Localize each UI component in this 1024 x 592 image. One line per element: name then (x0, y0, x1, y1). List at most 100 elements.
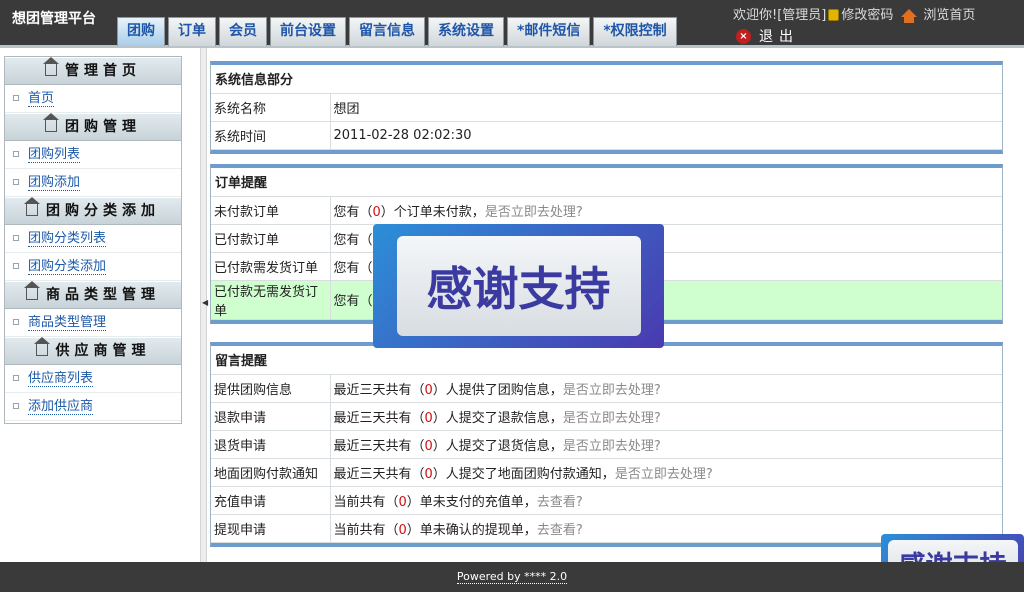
handle-link[interactable]: 是否立即去处理? (563, 411, 661, 426)
system-name-label: 系统名称 (211, 93, 331, 122)
sidebar-section-label: 供应商管理 (55, 343, 151, 359)
role-link[interactable]: [管理员] (777, 8, 826, 23)
row-label: 未付款订单 (211, 196, 331, 225)
count-value: 0 (398, 494, 407, 510)
tab-system-settings[interactable]: 系统设置 (428, 17, 504, 46)
handle-link[interactable]: 是否立即去处理? (615, 467, 713, 482)
sidebar-section-header[interactable]: 团购分类添加 (5, 197, 181, 225)
row-label: 充值申请 (211, 486, 331, 515)
table-row: 退货申请 最近三天共有（0）人提交了退货信息，是否立即去处理? (211, 430, 1002, 459)
home-section-icon (24, 281, 40, 300)
reminder-text: ）单未确认的提现单， (406, 522, 537, 538)
sidebar-section-header[interactable]: 商品类型管理 (5, 281, 181, 309)
home-icon (901, 9, 918, 23)
sidebar-item-link[interactable]: 团购分类列表 (28, 231, 107, 247)
count-value: 0 (398, 522, 407, 538)
row-value: 最近三天共有（0）人提交了退货信息，是否立即去处理? (330, 430, 1002, 459)
tab-mail-sms[interactable]: *邮件短信 (507, 17, 591, 46)
sidebar-item-link[interactable]: 商品类型管理 (28, 315, 107, 331)
lock-icon (828, 9, 840, 21)
brand-title: 想团管理平台 (12, 11, 96, 27)
home-section-icon (43, 57, 59, 76)
system-info-title: 系统信息部分 (211, 65, 1002, 94)
reminder-text: 最近三天共有（ (333, 410, 425, 426)
sidebar-section-header[interactable]: 团购管理 (5, 113, 181, 141)
handle-link[interactable]: 去查看? (537, 495, 583, 510)
sidebar-section-header[interactable]: 供应商管理 (5, 337, 181, 365)
row-label: 已付款订单 (211, 224, 331, 253)
reminder-text: ）人提交了退款信息， (432, 410, 563, 426)
tab-groupbuy[interactable]: 团购 (117, 17, 165, 46)
footer-credit: Powered by **** 2.0 (456, 570, 568, 584)
bullet-icon (13, 179, 19, 185)
count-value: 0 (424, 410, 433, 426)
welcome-text: 欢迎你! (733, 8, 778, 23)
reminder-text: 当前共有（ (333, 522, 399, 538)
reminder-text: ）个订单未付款， (380, 204, 485, 220)
reminder-text: 最近三天共有（ (333, 466, 425, 482)
handle-link[interactable]: 去查看? (537, 523, 583, 538)
thanks-overlay-banner: 感谢支持 (373, 224, 664, 348)
change-password-link[interactable]: 修改密码 (841, 8, 893, 23)
row-label: 退货申请 (211, 430, 331, 459)
sidebar-item: 团购分类添加 (5, 253, 181, 281)
row-label: 已付款需发货订单 (211, 252, 331, 281)
sidebar-item-link[interactable]: 团购分类添加 (28, 259, 107, 275)
sidebar-item-link[interactable]: 添加供应商 (28, 399, 94, 415)
home-section-icon (24, 197, 40, 216)
reminder-text: 最近三天共有（ (333, 438, 425, 454)
sidebar: 管理首页 首页 团购管理 团购列表 团购添加 团购分类添加 团购分类列表 团购分类添加 商品类型… (4, 56, 182, 424)
reminder-text: ）人提交了退货信息， (432, 438, 563, 454)
sidebar-item-link[interactable]: 首页 (28, 91, 55, 107)
handle-link[interactable]: 是否立即去处理? (563, 439, 661, 454)
tab-orders[interactable]: 订单 (168, 17, 216, 46)
bullet-icon (13, 151, 19, 157)
table-row: 提供团购信息 最近三天共有（0）人提供了团购信息，是否立即去处理? (211, 374, 1002, 403)
user-area: 欢迎你![管理员] 修改密码 浏览首页 (733, 7, 975, 25)
sidebar-section-header[interactable]: 管理首页 (5, 57, 181, 85)
top-bar: 想团管理平台 团购 订单 会员 前台设置 留言信息 系统设置 *邮件短信 *权限… (0, 0, 1024, 48)
tab-frontend-settings[interactable]: 前台设置 (270, 17, 346, 46)
sidebar-item: 团购列表 (5, 141, 181, 169)
sidebar-item-link[interactable]: 供应商列表 (28, 371, 94, 387)
row-value: 最近三天共有（0）人提交了地面团购付款通知，是否立即去处理? (330, 458, 1002, 487)
row-label: 地面团购付款通知 (211, 458, 331, 487)
sidebar-section-label: 团购管理 (65, 119, 141, 135)
handle-link[interactable]: 是否立即去处理? (485, 205, 583, 220)
tab-permissions[interactable]: *权限控制 (593, 17, 677, 46)
reminder-text: 当前共有（ (333, 494, 399, 510)
sidebar-toggle[interactable]: ◀ (200, 48, 208, 562)
system-time-label: 系统时间 (211, 121, 331, 150)
reminder-text: ）单未支付的充值单， (406, 494, 537, 510)
thanks-overlay-text: 感谢支持 (396, 236, 641, 336)
row-label: 提供团购信息 (211, 374, 331, 403)
sidebar-item: 首页 (5, 85, 181, 113)
row-value: 最近三天共有（0）人提供了团购信息，是否立即去处理? (330, 374, 1002, 403)
sidebar-section-label: 商品类型管理 (46, 287, 160, 303)
home-section-icon (43, 113, 59, 132)
row-value: 最近三天共有（0）人提交了退款信息，是否立即去处理? (330, 402, 1002, 431)
table-row: 地面团购付款通知 最近三天共有（0）人提交了地面团购付款通知，是否立即去处理? (211, 458, 1002, 487)
reminder-text: 最近三天共有（ (333, 382, 425, 398)
sidebar-item-link[interactable]: 团购列表 (28, 147, 81, 163)
bullet-icon (13, 95, 19, 101)
logout-button[interactable]: × 退出 (736, 26, 799, 46)
table-row: 充值申请 当前共有（0）单未支付的充值单，去查看? (211, 486, 1002, 515)
browse-home-link[interactable]: 浏览首页 (923, 8, 975, 23)
row-label: 已付款无需发货订单 (211, 280, 331, 320)
table-row: 未付款订单 您有（0）个订单未付款，是否立即去处理? (211, 196, 1002, 225)
handle-link[interactable]: 是否立即去处理? (563, 383, 661, 398)
sidebar-item: 添加供应商 (5, 393, 181, 421)
count-value: 0 (424, 438, 433, 454)
tab-members[interactable]: 会员 (219, 17, 267, 46)
message-reminder-panel: 留言提醒 提供团购信息 最近三天共有（0）人提供了团购信息，是否立即去处理? 退款申请… (210, 342, 1003, 547)
tab-messages[interactable]: 留言信息 (349, 17, 425, 46)
sidebar-section-label: 团购分类添加 (46, 203, 160, 219)
count-value: 0 (424, 382, 433, 398)
count-value: 0 (372, 204, 381, 220)
system-time-value: 2011-02-28 02:02:30 (330, 121, 1002, 150)
sidebar-item: 商品类型管理 (5, 309, 181, 337)
logout-label: 退出 (759, 29, 799, 45)
sidebar-item: 团购添加 (5, 169, 181, 197)
sidebar-item-link[interactable]: 团购添加 (28, 175, 81, 191)
